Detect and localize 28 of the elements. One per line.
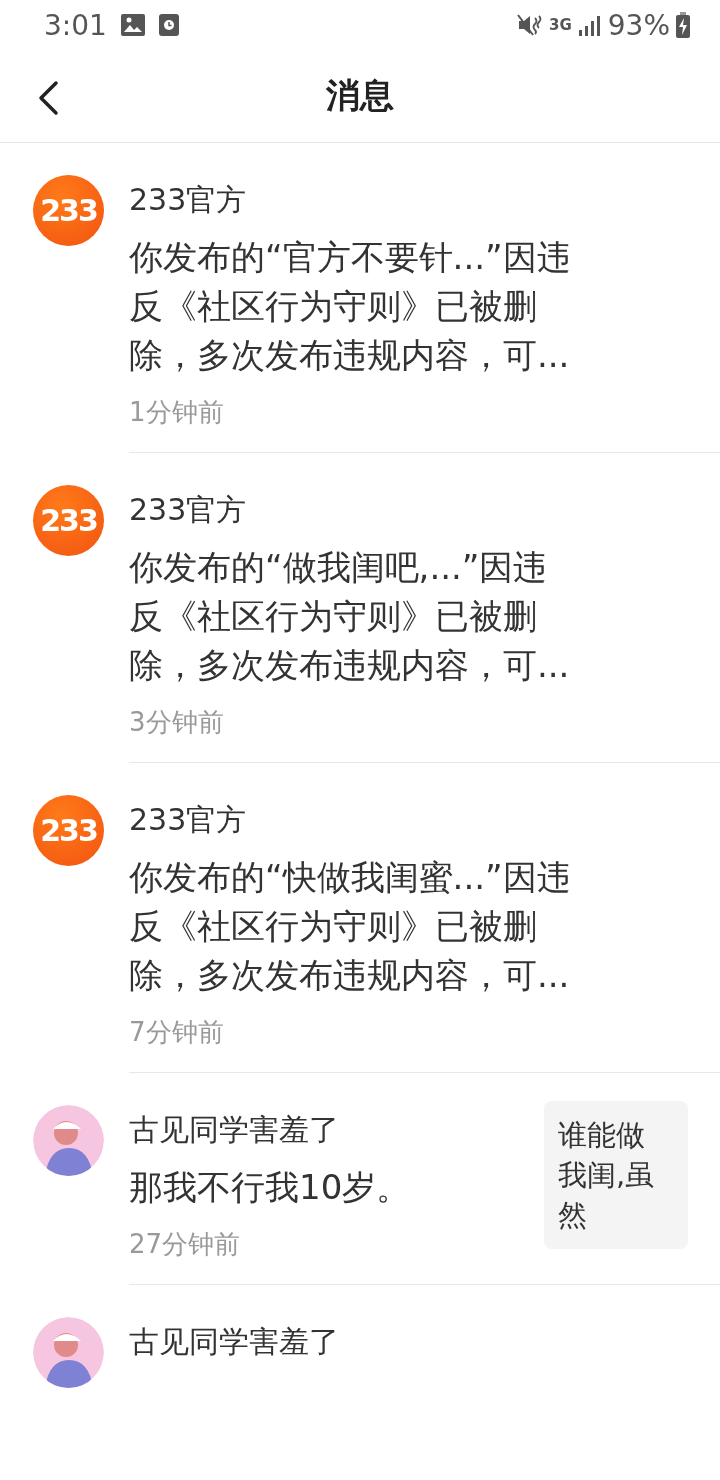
page-title: 消息 [326, 74, 394, 117]
timestamp: 27分钟前 [129, 1228, 242, 1261]
timestamp: 7分钟前 [129, 1016, 225, 1049]
sender-name: 233官方 [129, 181, 248, 219]
timestamp: 3分钟前 [129, 706, 225, 739]
quoted-post[interactable]: 谁能做 我闺,虽 然 [544, 1101, 688, 1249]
battery-charging-icon [676, 12, 690, 38]
network-type: 3G [549, 17, 572, 33]
message-text: 那我不行我10岁。 [129, 1166, 412, 1209]
clock-icon [158, 14, 179, 36]
logo-avatar[interactable]: 233 [33, 795, 104, 866]
avatar[interactable] [33, 1105, 104, 1176]
message-text: 你发布的“官方不要针...”因违 反《社区行为守则》已被删 除，多次发布违规内容，可... [129, 236, 572, 377]
sender-name: 古见同学害羞了 [129, 1323, 340, 1361]
battery-percent: 93% [607, 8, 670, 42]
logo-avatar[interactable]: 233 [33, 485, 104, 556]
message-text: 你发布的“做我闺吧,...”因违 反《社区行为守则》已被删 除，多次发布违规内容，可... [129, 546, 571, 687]
message-text: 你发布的“快做我闺蜜...”因违 反《社区行为守则》已被删 除，多次发布违规内容，可... [129, 856, 572, 997]
mute-icon [517, 13, 543, 37]
image-icon [120, 14, 145, 36]
timestamp: 1分钟前 [129, 396, 225, 429]
avatar[interactable] [33, 1317, 104, 1388]
status-time: 3:01 [44, 8, 107, 42]
logo-avatar[interactable]: 233 [33, 175, 104, 246]
sender-name: 古见同学害羞了 [129, 1111, 340, 1149]
sender-name: 233官方 [129, 491, 248, 529]
signal-icon [577, 14, 602, 36]
sender-name: 233官方 [129, 801, 248, 839]
